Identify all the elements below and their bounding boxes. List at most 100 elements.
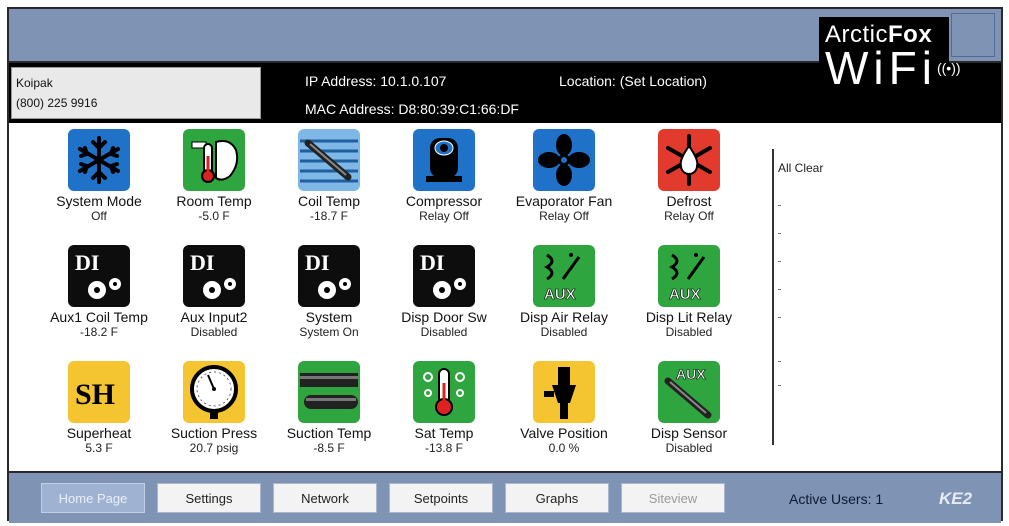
aux-text: AUX xyxy=(669,286,701,303)
tile-value: Disabled xyxy=(665,325,713,339)
bottom-nav: Home Page Settings Network Setpoints Gra… xyxy=(9,471,1001,523)
di-text: DI xyxy=(420,250,444,275)
tile-value: -5.0 F xyxy=(198,209,230,223)
corner-button[interactable] xyxy=(951,13,995,57)
wifi-signal-icon: ((•)) xyxy=(936,60,961,76)
valve-icon xyxy=(533,361,595,423)
active-users-count: Active Users: 1 xyxy=(789,491,884,507)
aux-text: AUX xyxy=(676,366,706,382)
tile-coil-temp[interactable]: Coil Temp -18.7 F xyxy=(267,129,391,224)
tile-value: -18.7 F xyxy=(309,209,348,223)
di-gear-icon: DI xyxy=(68,245,130,307)
contact-phone: (800) 225 9916 xyxy=(16,96,98,110)
alarm-list[interactable]: All Clear xyxy=(772,149,992,445)
tile-aux1-coil-temp[interactable]: DI Aux1 Coil Temp -18.2 F xyxy=(37,245,161,340)
logo-wifi: WiFi xyxy=(825,42,937,94)
alarm-row-tick xyxy=(778,233,781,234)
tile-defrost[interactable]: Defrost Relay Off xyxy=(627,129,751,224)
alarm-row-tick xyxy=(778,317,781,318)
di-text: DI xyxy=(305,250,329,275)
tile-value: Disabled xyxy=(540,325,588,339)
fan-icon xyxy=(533,129,595,191)
superheat-icon: SH xyxy=(68,361,130,423)
contact-box: Koipak (800) 225 9916 xyxy=(11,67,261,119)
tile-value: Disabled xyxy=(665,441,713,455)
defrost-icon xyxy=(658,129,720,191)
tile-suction-temp[interactable]: Suction Temp -8.5 F xyxy=(267,361,391,456)
tile-value: System On xyxy=(299,325,359,339)
room-thermometer-icon xyxy=(183,129,245,191)
alarm-row-tick xyxy=(778,289,781,290)
tile-label: Disp Sensor xyxy=(650,425,728,441)
tile-superheat[interactable]: SH Superheat 5.3 F xyxy=(37,361,161,456)
tile-value: Off xyxy=(91,209,107,223)
tile-label: Disp Lit Relay xyxy=(645,309,733,325)
tile-label: Room Temp xyxy=(176,193,252,209)
tile-label: Suction Press xyxy=(170,425,258,441)
tile-valve-position[interactable]: Valve Position 0.0 % xyxy=(502,361,626,456)
nav-network[interactable]: Network xyxy=(273,483,377,513)
alarm-row-tick xyxy=(778,261,781,262)
ip-address: IP Address: 10.1.0.107 xyxy=(305,73,447,89)
aux-sensor-icon: AUX xyxy=(658,361,720,423)
nav-settings[interactable]: Settings xyxy=(157,483,261,513)
tile-label: Sat Temp xyxy=(414,425,474,441)
di-gear-icon: DI xyxy=(183,245,245,307)
tile-compressor[interactable]: Compressor Relay Off xyxy=(382,129,506,224)
tile-label: Coil Temp xyxy=(298,193,360,209)
tile-label: Evaporator Fan xyxy=(515,193,613,209)
tile-label: Compressor xyxy=(405,193,483,209)
di-gear-icon: DI xyxy=(413,245,475,307)
aux-text: AUX xyxy=(544,286,576,303)
sat-thermometer-icon xyxy=(413,361,475,423)
mac-address: MAC Address: D8:80:39:C1:66:DF xyxy=(305,101,519,117)
tile-value: Disabled xyxy=(420,325,468,339)
tile-system[interactable]: DI System System On xyxy=(267,245,391,340)
snowflake-icon xyxy=(68,129,130,191)
ke2-logo: KE2 xyxy=(939,489,973,508)
tile-system-mode[interactable]: System Mode Off xyxy=(37,129,161,224)
alarm-row-tick xyxy=(778,361,781,362)
pressure-gauge-icon xyxy=(183,361,245,423)
tile-label: System Mode xyxy=(56,193,142,209)
tile-value: Disabled xyxy=(190,325,238,339)
di-text: DI xyxy=(75,250,99,275)
tile-disp-door-sw[interactable]: DI Disp Door Sw Disabled xyxy=(382,245,506,340)
tile-label: Suction Temp xyxy=(286,425,372,441)
alarm-row-tick xyxy=(778,205,781,206)
tile-disp-sensor[interactable]: AUX Disp Sensor Disabled xyxy=(627,361,751,456)
tile-sat-temp[interactable]: Sat Temp -13.8 F xyxy=(382,361,506,456)
aux-relay-icon: AUX xyxy=(533,245,595,307)
controller-window: Koipak (800) 225 9916 IP Address: 10.1.0… xyxy=(7,7,1003,523)
tile-aux-input2[interactable]: DI Aux Input2 Disabled xyxy=(152,245,276,340)
tile-label: System xyxy=(305,309,353,325)
tile-label: Aux1 Coil Temp xyxy=(50,309,148,325)
tile-value: -8.5 F xyxy=(313,441,345,455)
tile-disp-lit-relay[interactable]: AUX Disp Lit Relay Disabled xyxy=(627,245,751,340)
nav-home-page[interactable]: Home Page xyxy=(41,483,145,513)
pipe-sensor-icon xyxy=(298,361,360,423)
tile-value: Relay Off xyxy=(539,209,589,223)
tile-evaporator-fan[interactable]: Evaporator Fan Relay Off xyxy=(502,129,626,224)
tile-value: 20.7 psig xyxy=(189,441,239,455)
tile-label: Aux Input2 xyxy=(180,309,248,325)
arcticfox-wifi-logo: ArcticFox WiFi((•)) xyxy=(819,17,961,117)
tile-value: -13.8 F xyxy=(424,441,463,455)
aux-relay-icon: AUX xyxy=(658,245,720,307)
di-gear-icon: DI xyxy=(298,245,360,307)
sh-text: SH xyxy=(75,378,115,411)
tile-value: 5.3 F xyxy=(85,441,113,455)
tile-value: -18.2 F xyxy=(79,325,118,339)
nav-setpoints[interactable]: Setpoints xyxy=(389,483,493,513)
tile-label: Disp Door Sw xyxy=(401,309,487,325)
coil-sensor-icon xyxy=(298,129,360,191)
alarm-status: All Clear xyxy=(778,161,824,175)
tile-room-temp[interactable]: Room Temp -5.0 F xyxy=(152,129,276,224)
nav-siteview[interactable]: Siteview xyxy=(621,483,725,513)
contact-name: Koipak xyxy=(16,76,53,90)
location-label[interactable]: Location: (Set Location) xyxy=(559,73,707,89)
nav-graphs[interactable]: Graphs xyxy=(505,483,609,513)
tile-disp-air-relay[interactable]: AUX Disp Air Relay Disabled xyxy=(502,245,626,340)
compressor-icon xyxy=(413,129,475,191)
tile-suction-press[interactable]: Suction Press 20.7 psig xyxy=(152,361,276,456)
